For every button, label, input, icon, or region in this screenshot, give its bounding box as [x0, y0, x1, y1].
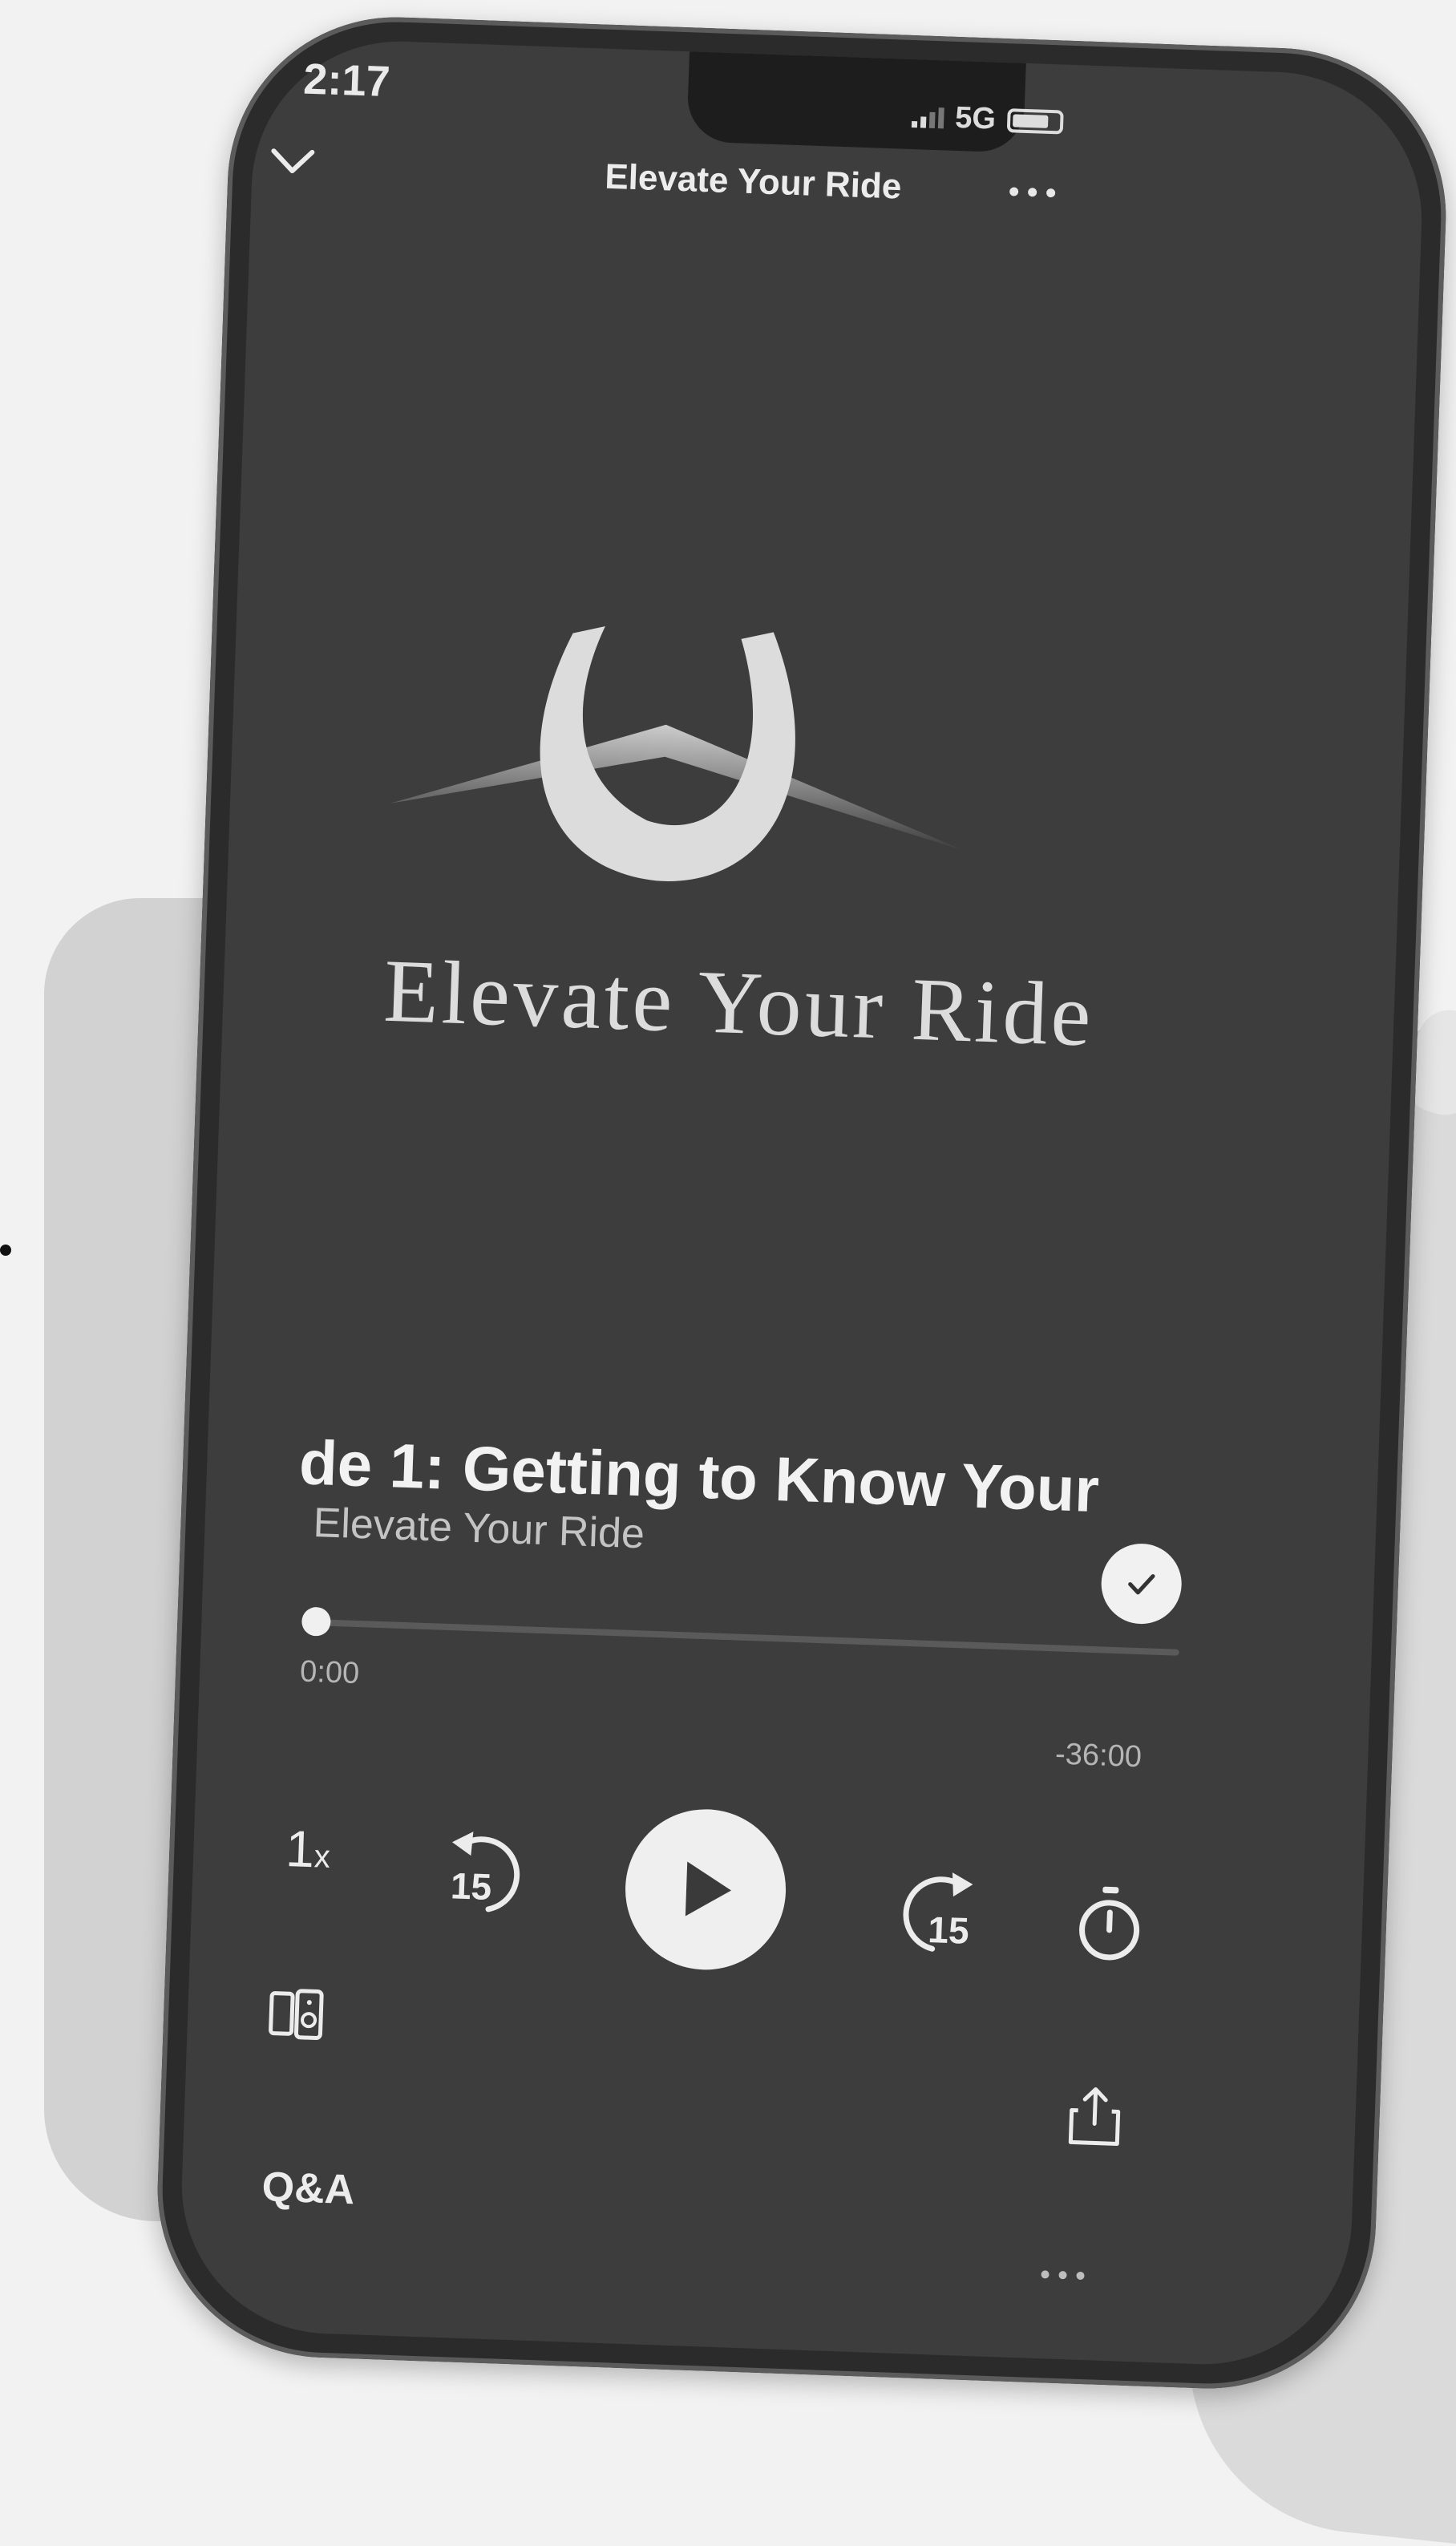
time-elapsed: 0:00 [299, 1655, 359, 1692]
phone-screen [177, 36, 1427, 2369]
skip-forward-button[interactable]: 15 [892, 1864, 991, 1964]
phone: 2:17 5G Elevate Your Ride Elevate Your R… [0, 0, 1456, 2408]
connect-device-icon[interactable] [267, 1986, 325, 2044]
more-options-icon[interactable] [1009, 187, 1055, 197]
skip-forward-seconds: 15 [928, 1908, 970, 1952]
skip-back-seconds: 15 [450, 1864, 492, 1908]
time-remaining: -36:00 [1054, 1737, 1142, 1775]
speed-suffix: x [313, 1839, 331, 1875]
signal-icon [912, 106, 944, 128]
skip-forward-icon: 15 [892, 1864, 991, 1964]
chevron-down-icon[interactable] [268, 141, 317, 183]
skip-back-icon: 15 [432, 1824, 532, 1924]
network-label: 5G [955, 101, 997, 137]
sleep-timer-button[interactable] [1072, 1882, 1147, 1965]
qa-button[interactable]: Q&A [261, 2163, 356, 2214]
speed-value: 1 [285, 1819, 315, 1878]
status-time: 2:17 [302, 54, 390, 107]
skip-back-button[interactable]: 15 [432, 1824, 532, 1924]
timer-icon [1072, 1882, 1147, 1965]
playback-speed-button[interactable]: 1x [285, 1819, 331, 1880]
more-bottom-icon[interactable] [1041, 2270, 1084, 2280]
status-indicators: 5G [912, 99, 1064, 140]
battery-icon [1006, 108, 1063, 134]
check-icon [1123, 1565, 1160, 1602]
share-icon[interactable] [1066, 2083, 1124, 2148]
play-icon [673, 1856, 739, 1923]
horseshoe-icon [346, 586, 1023, 1170]
